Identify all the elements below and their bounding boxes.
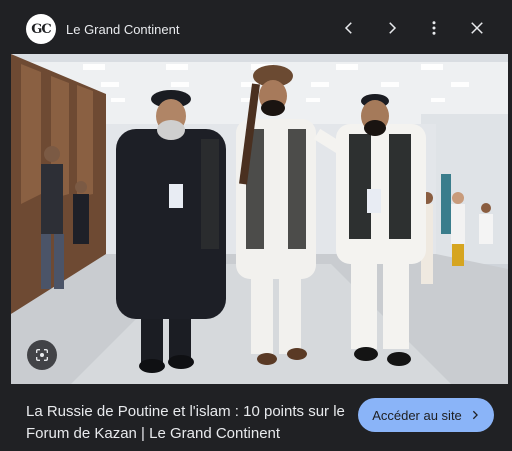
- article-title[interactable]: La Russie de Poutine et l'islam : 10 poi…: [26, 401, 346, 445]
- site-name[interactable]: Le Grand Continent: [66, 22, 179, 37]
- previous-button[interactable]: [335, 14, 363, 42]
- next-button[interactable]: [378, 14, 406, 42]
- preview-footer: La Russie de Poutine et l'islam : 10 poi…: [0, 384, 512, 451]
- chevron-right-icon: [472, 410, 478, 420]
- close-button[interactable]: [463, 14, 491, 42]
- more-vert-icon: [432, 21, 436, 35]
- google-lens-icon: [36, 349, 48, 361]
- chevron-left-icon: [344, 22, 352, 34]
- visit-site-label: Accéder au site: [372, 407, 462, 423]
- site-logo[interactable]: GC: [26, 14, 56, 44]
- more-options-button[interactable]: [420, 14, 448, 42]
- google-lens-button[interactable]: [27, 340, 57, 370]
- close-icon: [471, 22, 483, 34]
- visit-site-button[interactable]: Accéder au site: [358, 398, 494, 432]
- chevron-right-icon: [389, 22, 397, 34]
- photo-scene: [11, 54, 508, 384]
- preview-image[interactable]: [11, 54, 508, 384]
- preview-header: GC Le Grand Continent: [0, 0, 512, 56]
